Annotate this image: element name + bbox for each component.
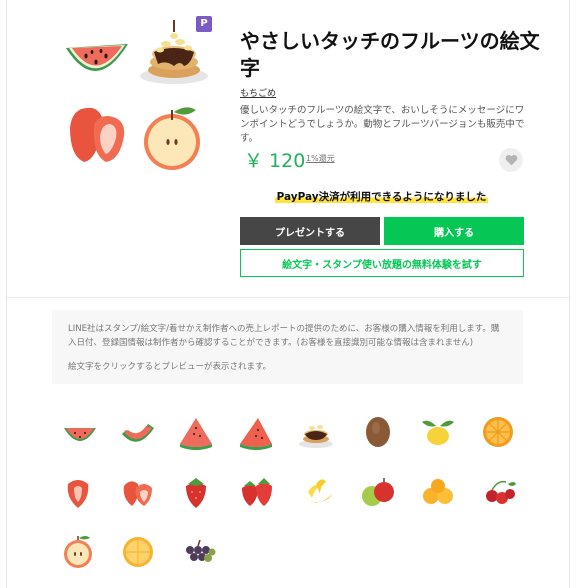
point-return-link[interactable]: 1%還元 (306, 153, 335, 164)
strawberry-half-icon[interactable] (58, 472, 98, 512)
watermelon-slice-icon[interactable] (60, 414, 100, 454)
watermelon-bite-icon[interactable] (118, 414, 158, 454)
strawberry-double-icon[interactable] (238, 472, 278, 512)
orange-round-icon[interactable] (118, 532, 158, 572)
strawberry-icon[interactable] (176, 472, 216, 512)
hero-preview (60, 18, 215, 178)
banana-icon[interactable] (298, 472, 338, 512)
strawberry-icon (62, 98, 134, 170)
buy-button[interactable]: 購入する (384, 217, 524, 245)
kiwi-icon[interactable] (358, 412, 398, 452)
orange-slice-icon[interactable] (478, 412, 518, 452)
price-label: ￥ 120 (244, 150, 306, 172)
watermelon-wedge-icon[interactable] (176, 412, 216, 452)
pancake-icon[interactable] (296, 412, 336, 452)
apple-half-icon[interactable] (58, 532, 98, 572)
info-notice: LINE社はスタンプ/絵文字/着せかえ制作者への売上レポートの提供のために、お客… (52, 310, 523, 384)
section-divider (7, 297, 569, 298)
apple-slice-icon (138, 102, 210, 174)
strawberry-pair-icon[interactable] (118, 472, 158, 512)
oranges-icon[interactable] (418, 472, 458, 512)
watermelon-wedge-2-icon[interactable] (236, 412, 276, 452)
notice-privacy-text: LINE社はスタンプ/絵文字/着せかえ制作者への売上レポートの提供のために、お客… (68, 324, 500, 348)
gift-button[interactable]: プレゼントする (240, 217, 380, 245)
product-title: やさしいタッチのフルーツの絵文字 (240, 29, 540, 80)
cherries-icon[interactable] (480, 472, 520, 512)
grapes-icon[interactable] (178, 532, 218, 572)
heart-icon (505, 154, 517, 166)
notice-preview-hint: 絵文字をクリックするとプレビューが表示されます。 (68, 362, 272, 372)
lemon-icon[interactable] (418, 412, 458, 452)
free-trial-button[interactable]: 絵文字・スタンプ使い放題の無料体験を試す (240, 249, 524, 277)
paypay-notice-text: PayPay決済が利用できるようになりました (274, 191, 489, 203)
apples-icon[interactable] (358, 472, 398, 512)
product-description: 優しいタッチのフルーツの絵文字で、おいしそうにメッセージにワンポイントどうでしょ… (240, 105, 525, 144)
paypay-notice: PayPay決済が利用できるようになりました (240, 189, 523, 204)
author-link[interactable]: もちごめ (240, 86, 276, 99)
premium-badge: P (196, 16, 212, 32)
watermelon-icon (60, 18, 132, 90)
favorite-button[interactable] (499, 148, 523, 172)
